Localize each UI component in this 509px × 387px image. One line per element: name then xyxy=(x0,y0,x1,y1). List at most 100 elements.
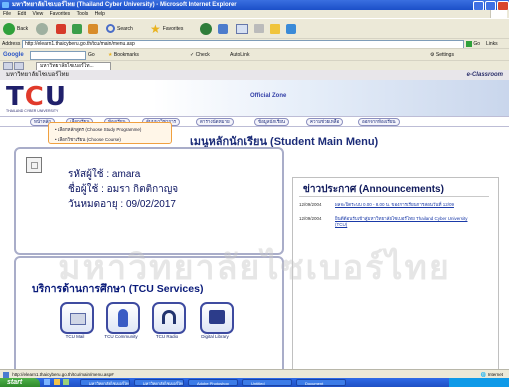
quick-launch-folder-icon[interactable] xyxy=(53,379,60,385)
mail-icon xyxy=(70,313,86,325)
taskbar-item[interactable]: Untitled xyxy=(242,379,292,386)
broken-image-icon xyxy=(31,162,38,169)
google-logo: Google xyxy=(3,52,24,58)
menu-bar: File Edit View Favorites Tools Help xyxy=(0,10,509,18)
services-title: บริการด้านการศึกษา (TCU Services) xyxy=(32,283,204,295)
back-button[interactable]: Back xyxy=(3,22,28,35)
history-button[interactable] xyxy=(218,22,228,35)
back-arrow-icon xyxy=(3,22,15,35)
window-title: มหาวิทยาลัยไซเบอร์ไทย (Thailand Cyber Un… xyxy=(12,2,237,8)
menu-tools[interactable]: Tools xyxy=(77,11,89,17)
go-label: Go xyxy=(473,41,481,47)
stop-button[interactable] xyxy=(56,22,66,35)
menu-edit[interactable]: Edit xyxy=(17,11,26,17)
tcu-radio-label: TCU Radio xyxy=(155,334,179,339)
google-check-label: Check xyxy=(195,52,210,58)
tcu-community-label: TCU Community xyxy=(104,334,138,339)
go-arrow-icon xyxy=(466,40,472,47)
menu-view[interactable]: View xyxy=(32,11,43,17)
google-search-input[interactable] xyxy=(30,51,86,60)
internet-zone-label: Internet xyxy=(487,372,503,377)
taskbar-item[interactable]: มหาวิทยาลัยไซเบอร์ไทย xyxy=(134,379,184,386)
bookmark-star-icon: ★ xyxy=(108,52,113,58)
start-button[interactable]: start xyxy=(0,378,40,387)
taskbar: start มหาวิทยาลัยไซเบอร์ไทย มหาวิทยาลัยไ… xyxy=(0,378,509,387)
menu-help[interactable]: Help xyxy=(95,11,105,17)
avatar xyxy=(26,157,42,173)
taskbar-item[interactable]: Document xyxy=(296,379,346,386)
student-name: ชื่อผู้ใช้ : อมรา กิตติกาญจ xyxy=(68,184,179,195)
messenger-icon xyxy=(286,23,296,34)
print-button[interactable] xyxy=(254,22,264,35)
official-zone-label: Official Zone xyxy=(250,93,287,99)
settings-icon: ⚙ xyxy=(430,52,435,58)
media-icon xyxy=(200,22,212,35)
site-banner: TCU THAILAND CYBER UNIVERSITY Official Z… xyxy=(0,80,509,116)
favorites-star-icon: ★ xyxy=(150,21,161,36)
digital-library-button[interactable] xyxy=(200,302,234,334)
menu-favorites[interactable]: Favorites xyxy=(50,11,71,17)
quick-launch-desktop-icon[interactable] xyxy=(63,379,70,385)
refresh-button[interactable] xyxy=(72,22,82,35)
student-expiry: วันหมดอายุ : 09/02/2017 xyxy=(68,199,176,210)
services-panel: บริการด้านการศึกษา (TCU Services) TCU Ma… xyxy=(14,256,284,370)
site-header-title: มหาวิทยาลัยไซเบอร์ไทย xyxy=(6,72,69,78)
tcu-radio-button[interactable] xyxy=(152,302,186,334)
nav-schedule[interactable]: ตารางนัดหมาย xyxy=(196,118,234,126)
search-label: Search xyxy=(117,25,133,32)
quick-tabs-icon[interactable] xyxy=(3,62,13,70)
edit-icon xyxy=(270,23,280,34)
media-button[interactable] xyxy=(200,22,212,35)
edit-button[interactable] xyxy=(270,22,280,35)
quick-launch-ie-icon[interactable] xyxy=(44,379,50,385)
address-label: Address xyxy=(2,41,21,47)
student-info-panel: รหัสผู้ใช้ : amara ชื่อผู้ใช้ : อมรา กิต… xyxy=(14,147,284,255)
mail-button[interactable] xyxy=(236,22,248,35)
announcement-link[interactable]: ผลจะปิดระบบ 0.00 - 8.00 น. ของการเรียนกา… xyxy=(335,202,475,208)
search-button[interactable]: Search xyxy=(106,22,133,35)
dropdown-item-study-programme[interactable]: • เลือกหลักสูตร (Choose Study Programme) xyxy=(55,126,166,133)
forward-button[interactable] xyxy=(36,22,48,35)
mail-icon xyxy=(236,23,248,34)
taskbar-item[interactable]: มหาวิทยาลัยไซเบอร์ไทย xyxy=(80,379,130,386)
tab-title: มหาวิทยาลัยไซเบอร์ไท... xyxy=(40,63,94,69)
announcements-divider xyxy=(299,196,489,197)
stop-icon xyxy=(56,23,66,34)
nav-help[interactable]: ความช่วยเหลือ xyxy=(306,118,344,126)
dropdown-item-course-label: เลือกวิชาเรียน (Choose Course) xyxy=(57,137,121,142)
tcu-mail-button[interactable] xyxy=(60,302,94,334)
favorites-label: Favorites xyxy=(162,25,184,32)
choose-course-dropdown: • เลือกหลักสูตร (Choose Study Programme)… xyxy=(48,122,172,144)
dropdown-item-study-programme-label: เลือกหลักสูตร (Choose Study Programme) xyxy=(57,127,142,132)
tab-list-icon[interactable] xyxy=(14,62,24,70)
quick-launch xyxy=(44,379,76,386)
ie-app-icon xyxy=(2,2,9,8)
announcement-link[interactable]: ยินดีต้อนรับเข้าสู่มหาวิทยาลัยไซเบอร์ไทย… xyxy=(335,216,475,227)
system-tray xyxy=(449,378,509,387)
status-url: http://elearn1.thaicyberu.go.th/tcu/main… xyxy=(12,372,114,377)
community-icon xyxy=(118,309,128,327)
globe-icon: 🌐 xyxy=(480,372,487,377)
nav-student-info[interactable]: ข้อมูลนักเรียน xyxy=(254,118,289,126)
announcements-title: ข่าวประกาศ (Announcements) xyxy=(303,184,444,195)
google-settings-label: Settings xyxy=(435,52,454,58)
favorites-button[interactable]: ★ Favorites xyxy=(150,21,184,36)
messenger-button[interactable] xyxy=(286,22,296,35)
dropdown-item-course[interactable]: • เลือกวิชาเรียน (Choose Course) xyxy=(55,136,166,143)
menu-file[interactable]: File xyxy=(3,11,11,17)
forward-arrow-icon xyxy=(36,22,48,35)
tcu-mail-label: TCU Mail xyxy=(65,334,85,339)
eclassroom-label: e-Classroom xyxy=(466,72,503,78)
windows-flag-icon xyxy=(490,10,507,18)
tcu-community-button[interactable] xyxy=(106,302,140,334)
home-button[interactable] xyxy=(88,22,98,35)
tcu-logo[interactable]: TCU xyxy=(6,82,67,112)
browser-tab[interactable]: มหาวิทยาลัยไซเบอร์ไท... xyxy=(36,62,111,70)
taskbar-item[interactable]: Adobe Photoshop xyxy=(188,379,238,386)
window-title-bar: มหาวิทยาลัยไซเบอร์ไทย (Thailand Cyber Un… xyxy=(0,0,509,11)
refresh-icon xyxy=(72,23,82,34)
page-status-icon xyxy=(3,371,9,378)
nav-logout[interactable]: ออกจากห้องเรียน xyxy=(358,118,400,126)
toolbar: Back Search ★ Favorites xyxy=(0,18,509,39)
history-icon xyxy=(218,23,228,34)
